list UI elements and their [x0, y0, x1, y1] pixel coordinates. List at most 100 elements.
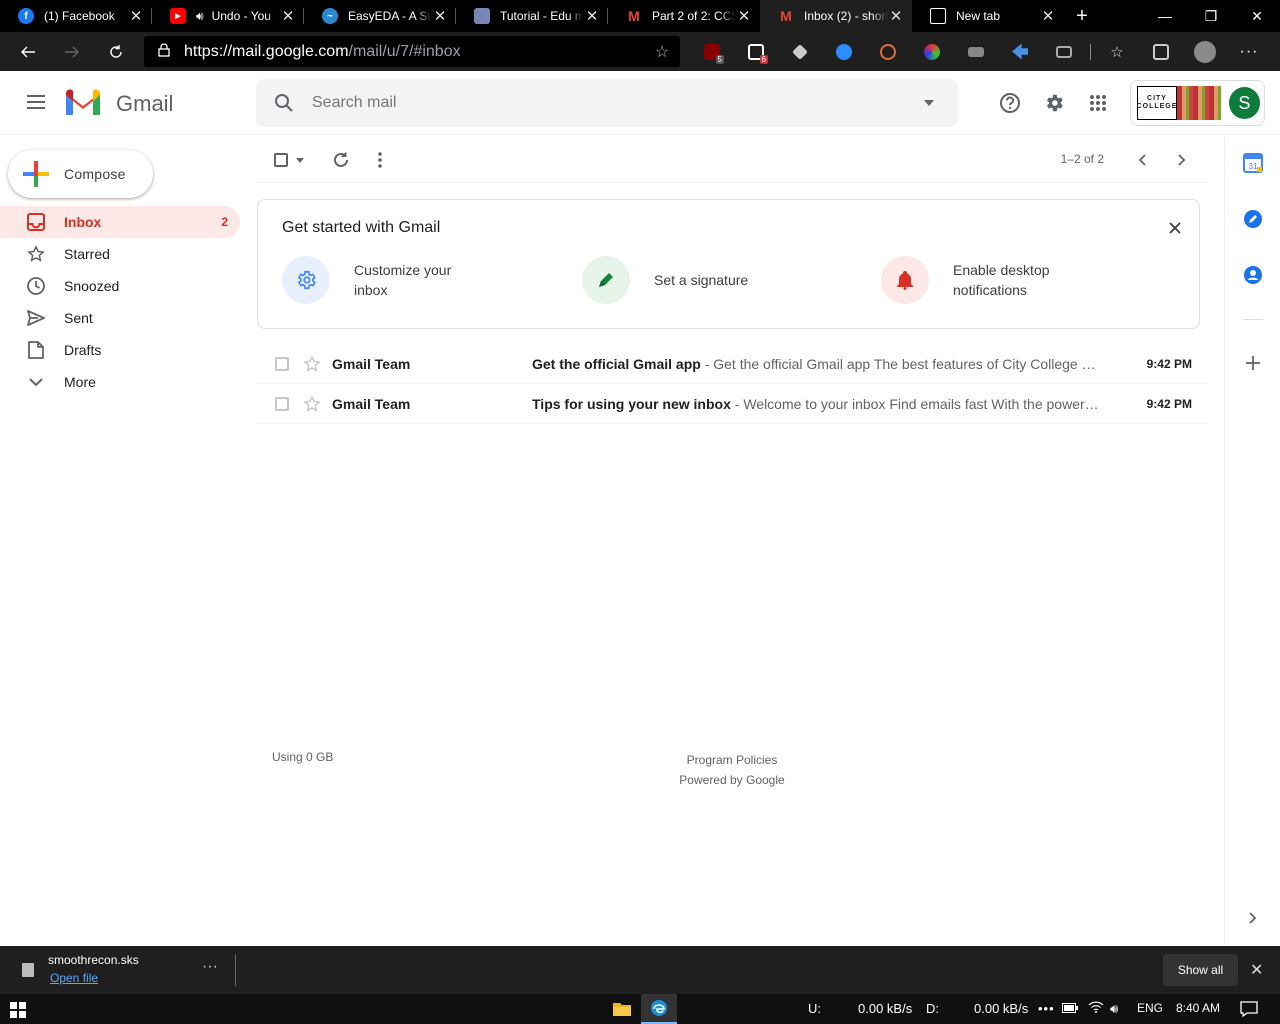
- new-tab-button[interactable]: +: [1064, 0, 1100, 32]
- language-indicator[interactable]: ENG: [1137, 1001, 1163, 1015]
- show-all-button[interactable]: Show all: [1163, 954, 1238, 986]
- expand-panel-chevron-icon[interactable]: [1243, 908, 1263, 928]
- ublock-extension-icon[interactable]: 5: [690, 32, 734, 71]
- customize-inbox-item[interactable]: Customize your inbox: [282, 256, 484, 304]
- storage-usage[interactable]: Using 0 GB: [272, 750, 333, 764]
- close-download-bar-icon[interactable]: ✕: [1250, 960, 1263, 980]
- download-filename[interactable]: smoothrecon.sks: [48, 953, 139, 967]
- table-row[interactable]: Gmail Team Tips for using your new inbox…: [257, 384, 1208, 424]
- search-options-icon[interactable]: [900, 100, 958, 106]
- minimize-icon[interactable]: —: [1142, 0, 1188, 32]
- tray-overflow-icon[interactable]: •••: [1038, 1001, 1055, 1016]
- tab-easyeda[interactable]: ~ EasyEDA - A Sim ✕: [304, 0, 456, 32]
- compose-plus-icon: [8, 161, 64, 187]
- desktop-notifications-item[interactable]: Enable desktop notifications: [881, 256, 1083, 304]
- lock-icon[interactable]: [144, 43, 184, 60]
- favorites-icon[interactable]: ☆: [1095, 32, 1139, 71]
- set-signature-item[interactable]: Set a signature: [582, 256, 784, 304]
- open-file-link[interactable]: Open file: [50, 971, 98, 985]
- mail-toolbar: 1–2 of 2: [256, 136, 1208, 183]
- wrench-extension-icon[interactable]: [778, 32, 822, 71]
- sidebar-item-snoozed[interactable]: Snoozed: [0, 270, 240, 302]
- sidebar-item-starred[interactable]: Starred: [0, 238, 240, 270]
- tab-tutorial[interactable]: Tutorial - Edu m ✕: [456, 0, 608, 32]
- close-tab-icon[interactable]: ✕: [432, 7, 448, 25]
- audio-icon[interactable]: 🔊︎: [196, 9, 204, 24]
- url-path: /mail/u/7/#inbox: [348, 42, 461, 60]
- select-all-checkbox[interactable]: [274, 148, 304, 172]
- row-checkbox[interactable]: [275, 396, 289, 411]
- tab-gmail-inbox[interactable]: M Inbox (2) - short ✕: [760, 0, 912, 32]
- extension-icon[interactable]: [998, 32, 1042, 71]
- close-icon[interactable]: [1163, 216, 1187, 240]
- extension-icon[interactable]: [910, 32, 954, 71]
- clock-time[interactable]: 8:40 AM: [1176, 1001, 1220, 1015]
- add-addon-icon[interactable]: [1243, 353, 1263, 373]
- account-switcher[interactable]: CITY COLLEGE S: [1130, 80, 1265, 126]
- windows-start-icon[interactable]: [10, 1002, 26, 1018]
- collections-icon[interactable]: [1139, 32, 1183, 71]
- favorite-star-icon[interactable]: ☆: [644, 42, 680, 62]
- edge-browser-icon[interactable]: [641, 994, 677, 1024]
- forward-icon[interactable]: [50, 32, 94, 71]
- close-tab-icon[interactable]: ✕: [888, 7, 904, 25]
- tab-newtab[interactable]: New tab ✕: [912, 0, 1064, 32]
- settings-gear-icon[interactable]: [1032, 83, 1076, 123]
- compose-button[interactable]: Compose: [8, 150, 153, 198]
- tab-youtube[interactable]: ▶ 🔊︎ Undo - You ✕: [152, 0, 304, 32]
- sidebar-item-inbox[interactable]: Inbox 2: [0, 206, 240, 238]
- avatar[interactable]: S: [1228, 87, 1260, 119]
- close-tab-icon[interactable]: ✕: [584, 7, 600, 25]
- grammarly-extension-icon[interactable]: [822, 32, 866, 71]
- star-icon[interactable]: [303, 395, 321, 416]
- back-icon[interactable]: [6, 32, 50, 71]
- close-tab-icon[interactable]: ✕: [128, 7, 144, 25]
- tab-gmail-part2[interactable]: M Part 2 of 2: CCSI ✕: [608, 0, 760, 32]
- newer-page-icon[interactable]: [1130, 148, 1154, 172]
- main-menu-icon[interactable]: [24, 91, 48, 115]
- sidebar-item-label: Inbox: [64, 214, 102, 230]
- sidebar-item-more[interactable]: More: [0, 366, 240, 398]
- close-tab-icon[interactable]: ✕: [280, 7, 296, 25]
- download-more-icon[interactable]: ···: [202, 958, 218, 976]
- apps-grid-icon[interactable]: [1076, 83, 1120, 123]
- address-bar[interactable]: https://mail.google.com/mail/u/7/#inbox …: [144, 36, 680, 67]
- tasks-icon[interactable]: [1243, 209, 1263, 229]
- wifi-icon[interactable]: [1088, 1001, 1104, 1016]
- profile-icon[interactable]: [1183, 32, 1227, 71]
- refresh-mail-icon[interactable]: [332, 148, 350, 172]
- pagination-count[interactable]: 1–2 of 2: [1061, 152, 1104, 166]
- extension-icon[interactable]: [954, 32, 998, 71]
- sidebar-item-sent[interactable]: Sent: [0, 302, 240, 334]
- program-policies-link[interactable]: Program Policies: [632, 750, 832, 770]
- calendar-icon[interactable]: 31: [1243, 153, 1263, 173]
- upload-label: U:: [808, 1001, 821, 1016]
- older-page-icon[interactable]: [1170, 148, 1194, 172]
- extension-icon[interactable]: [866, 32, 910, 71]
- file-explorer-icon[interactable]: [604, 994, 640, 1024]
- more-actions-icon[interactable]: [378, 148, 382, 172]
- capture-extension-icon[interactable]: 6: [734, 32, 778, 71]
- browser-menu-icon[interactable]: ···: [1227, 32, 1271, 71]
- refresh-icon[interactable]: [94, 32, 138, 71]
- close-tab-icon[interactable]: ✕: [1040, 7, 1056, 25]
- search-icon[interactable]: [256, 93, 312, 113]
- table-row[interactable]: Gmail Team Get the official Gmail app - …: [257, 344, 1208, 384]
- close-window-icon[interactable]: ✕: [1234, 0, 1280, 32]
- extension-icon[interactable]: [1042, 32, 1086, 71]
- tab-facebook[interactable]: f (1) Facebook ✕: [0, 0, 152, 32]
- gmail-logo-icon[interactable]: [64, 87, 102, 119]
- contacts-icon[interactable]: [1243, 265, 1263, 285]
- help-icon[interactable]: [988, 83, 1032, 123]
- volume-icon[interactable]: 🔊︎: [1110, 1001, 1118, 1017]
- battery-icon[interactable]: [1062, 1001, 1078, 1016]
- close-tab-icon[interactable]: ✕: [736, 7, 752, 25]
- star-icon[interactable]: [303, 355, 321, 376]
- restore-icon[interactable]: ❐: [1188, 0, 1234, 32]
- search-input[interactable]: [312, 94, 900, 112]
- sidebar-item-drafts[interactable]: Drafts: [0, 334, 240, 366]
- notifications-icon[interactable]: [1240, 1001, 1258, 1020]
- gmail-logo-text[interactable]: Gmail: [116, 91, 173, 117]
- caret-down-icon[interactable]: [296, 157, 304, 163]
- row-checkbox[interactable]: [275, 356, 289, 371]
